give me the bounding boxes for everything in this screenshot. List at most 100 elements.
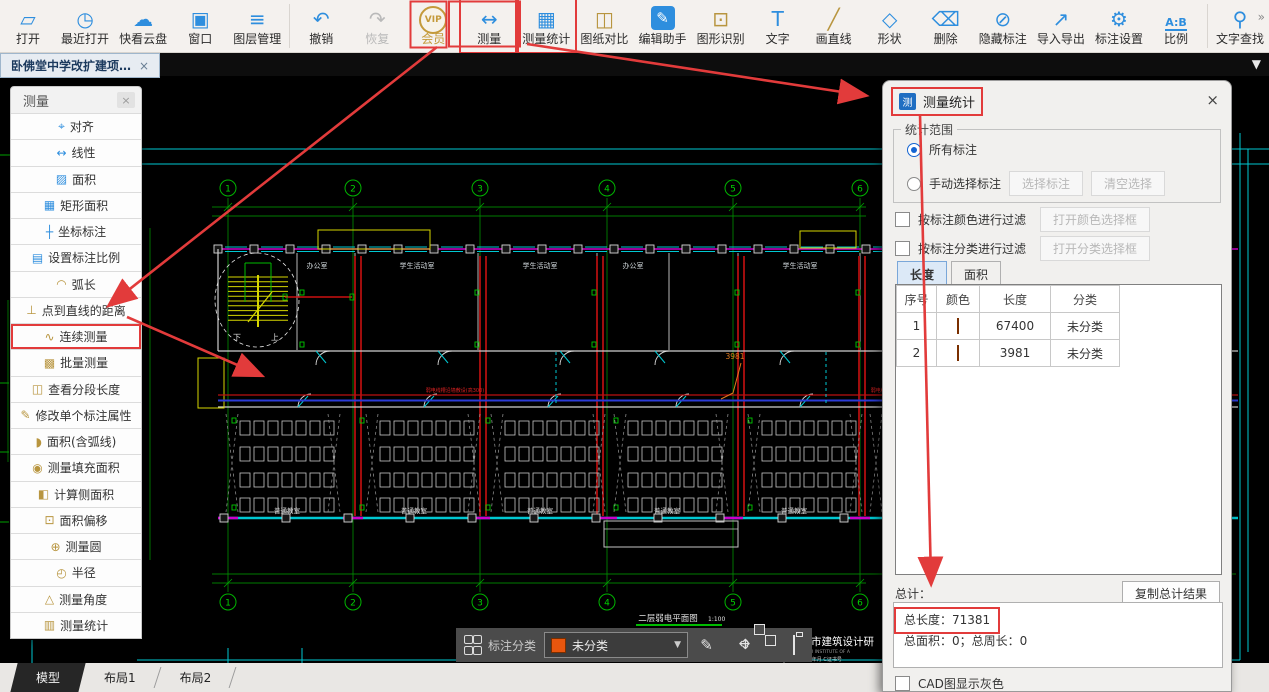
category-color-swatch — [551, 637, 567, 653]
toolbar-button-会员[interactable]: VIP 会员 — [405, 0, 461, 52]
measure-panel-close-icon[interactable]: × — [117, 92, 135, 108]
table-header-序号: 序号 — [896, 285, 937, 313]
toolbar-button-文字[interactable]: T 文字 — [750, 0, 806, 52]
measure-tool-label: 计算侧面积 — [54, 487, 115, 502]
toolbar-button-画直线[interactable]: ╱ 画直线 — [806, 0, 862, 52]
measure-statistics-icon: 测 — [899, 93, 916, 110]
toolbar-overflow-icon[interactable]: » — [1258, 10, 1265, 24]
measure-tool-修改单个标注属性[interactable]: ✎ 修改单个标注属性 — [11, 401, 141, 428]
measure-tool-弧长[interactable]: ◠ 弧长 — [11, 270, 141, 297]
toolbar-button-图形识别[interactable]: ⊡ 图形识别 — [692, 0, 750, 52]
open-category-picker-button[interactable]: 打开分类选择框 — [1040, 236, 1151, 261]
tab-bar-menu-icon[interactable]: ▼ — [1252, 57, 1261, 71]
layout-tab-模型[interactable]: 模型 — [10, 663, 86, 692]
filter-by-color-checkbox[interactable] — [895, 212, 910, 227]
measure-tool-半径[interactable]: ◴ 半径 — [11, 559, 141, 586]
copy-annotation-icon[interactable] — [753, 624, 776, 655]
toolbar-button-快看云盘[interactable]: ☁ 快看云盘 — [114, 0, 172, 52]
classroom-label: 普通教室 — [781, 506, 808, 515]
measure-tool-查看分段长度[interactable]: ◫ 查看分段长度 — [11, 375, 141, 402]
radio-manual-select[interactable] — [907, 176, 921, 191]
measure-tool-label: 矩形面积 — [60, 198, 109, 213]
toolbar-button-测量[interactable]: ↔ 测量 — [461, 0, 517, 52]
toolbar-button-label: 图形识别 — [696, 31, 745, 46]
toolbar-button-label: 窗口 — [188, 31, 213, 46]
paste-annotation-icon[interactable] — [783, 635, 804, 655]
measure-tool-批量测量[interactable]: ▩ 批量测量 — [11, 349, 141, 376]
文字-icon: T — [771, 6, 784, 31]
measure-tool-面积偏移[interactable]: ⊡ 面积偏移 — [11, 506, 141, 533]
measure-tool-label: 测量角度 — [59, 592, 108, 607]
edit-annotation-icon[interactable]: ✎ — [696, 635, 717, 655]
measure-tool-label: 线性 — [71, 146, 96, 161]
toolbar-button-图纸对比[interactable]: ◫ 图纸对比 — [575, 0, 633, 52]
measure-tool-label: 半径 — [71, 566, 96, 581]
测量统计-icon: ▦ — [536, 6, 556, 31]
toolbar-button-label: 打开 — [15, 31, 40, 46]
tab-divider — [228, 667, 237, 688]
measure-tool-测量圆[interactable]: ⊕ 测量圆 — [11, 533, 141, 560]
classroom-desks: 普通教室 普通教室 普通教室 普通教室 普通教室 — [225, 413, 985, 515]
row-color-swatch — [957, 318, 959, 334]
layout-tab-布局2[interactable]: 布局2 — [158, 663, 237, 692]
measure-tool-点到直线的距离[interactable]: ⊥ 点到直线的距离 — [11, 296, 141, 323]
document-tab-close-icon[interactable]: × — [139, 59, 149, 73]
measure-tool-计算侧面积[interactable]: ◧ 计算侧面积 — [11, 480, 141, 507]
row-length: 3981 — [979, 339, 1051, 367]
category-grid-icon[interactable] — [464, 635, 482, 655]
测量圆-icon: ⊕ — [50, 539, 61, 554]
toolbar-button-最近打开[interactable]: ◷ 最近打开 — [56, 0, 114, 52]
category-dropdown[interactable]: 未分类 ▼ — [544, 632, 689, 658]
table-row[interactable]: 1 67400 未分类 — [896, 312, 1120, 340]
toolbar-button-隐藏标注[interactable]: ⊘ 隐藏标注 — [974, 0, 1032, 52]
toolbar-button-打开[interactable]: ▱ 打开 — [0, 0, 56, 52]
measure-tool-面积(含弧线)[interactable]: ◗ 面积(含弧线) — [11, 428, 141, 455]
chevron-down-icon: ▼ — [674, 640, 682, 650]
row-index: 2 — [896, 339, 937, 367]
toolbar-button-比例[interactable]: A:B 比例 — [1148, 0, 1204, 52]
measure-tool-面积[interactable]: ▨ 面积 — [11, 165, 141, 192]
layout-tab-布局1[interactable]: 布局1 — [82, 663, 162, 692]
toolbar-button-测量统计[interactable]: ▦ 测量统计 — [517, 0, 575, 52]
toolbar-button-删除[interactable]: ⌫ 删除 — [918, 0, 974, 52]
cad-gray-checkbox[interactable] — [895, 676, 910, 691]
toolbar-button-窗口[interactable]: ▣ 窗口 — [172, 0, 228, 52]
measure-tool-测量角度[interactable]: △ 测量角度 — [11, 585, 141, 612]
打开-icon: ▱ — [20, 6, 36, 31]
clear-selection-button[interactable]: 清空选择 — [1091, 171, 1166, 196]
toolbar-button-撤销[interactable]: ↶ 撤销 — [293, 0, 349, 52]
select-annotations-button[interactable]: 选择标注 — [1009, 171, 1084, 196]
对齐-icon: ⌖ — [58, 119, 65, 134]
toolbar-button-文字查找[interactable]: ⚲ 文字查找 — [1211, 0, 1269, 52]
measure-tool-测量填充面积[interactable]: ◉ 测量填充面积 — [11, 454, 141, 481]
toolbar-button-图层管理[interactable]: ≡ 图层管理 — [228, 0, 286, 52]
measure-tool-连续测量[interactable]: ∿ 连续测量 — [11, 323, 141, 350]
measure-tool-对齐[interactable]: ⌖ 对齐 — [11, 113, 141, 140]
measure-tool-坐标标注[interactable]: ┼ 坐标标注 — [11, 218, 141, 245]
measure-tool-线性[interactable]: ↔ 线性 — [11, 139, 141, 166]
grid-bubble-bottom: 6 — [857, 599, 863, 609]
document-tab[interactable]: 卧佛堂中学改扩建项… × — [0, 53, 161, 78]
文字查找-icon: ⚲ — [1232, 6, 1248, 31]
会员-icon: VIP — [419, 5, 448, 34]
measurement-table[interactable]: 序号 颜色 长度 分类 1 67400 未分类 2 3981 未分类 — [895, 284, 1222, 575]
toolbar-button-恢复[interactable]: ↷ 恢复 — [349, 0, 405, 52]
totals-summary-box: 总长度：71381 总面积：0；总周长：0 — [893, 602, 1223, 668]
toolbar-button-标注设置[interactable]: ⚙ 标注设置 — [1090, 0, 1148, 52]
radio-all-annotations[interactable] — [907, 142, 921, 157]
open-color-picker-button[interactable]: 打开颜色选择框 — [1040, 207, 1151, 232]
measure-tool-测量统计[interactable]: ▥ 测量统计 — [11, 611, 141, 638]
toolbar-button-编辑助手[interactable]: ✎ 编辑助手 — [633, 0, 691, 52]
table-row[interactable]: 2 3981 未分类 — [896, 339, 1120, 367]
measure-tool-设置标注比例[interactable]: ▤ 设置标注比例 — [11, 244, 141, 271]
row-category: 未分类 — [1050, 312, 1120, 340]
measure-tool-矩形面积[interactable]: ▦ 矩形面积 — [11, 191, 141, 218]
stair-down-label: 下 — [233, 333, 241, 342]
toolbar-button-label: 导入导出 — [1036, 31, 1085, 46]
filter-by-category-checkbox[interactable] — [895, 241, 910, 256]
toolbar-button-导入导出[interactable]: ↗ 导入导出 — [1032, 0, 1090, 52]
toolbar-button-label: 比例 — [1164, 31, 1189, 46]
move-annotation-icon[interactable]: ↔ ↔ — [725, 635, 753, 655]
toolbar-button-形状[interactable]: ◇ 形状 — [862, 0, 918, 52]
panel-close-icon[interactable]: × — [1206, 91, 1219, 109]
